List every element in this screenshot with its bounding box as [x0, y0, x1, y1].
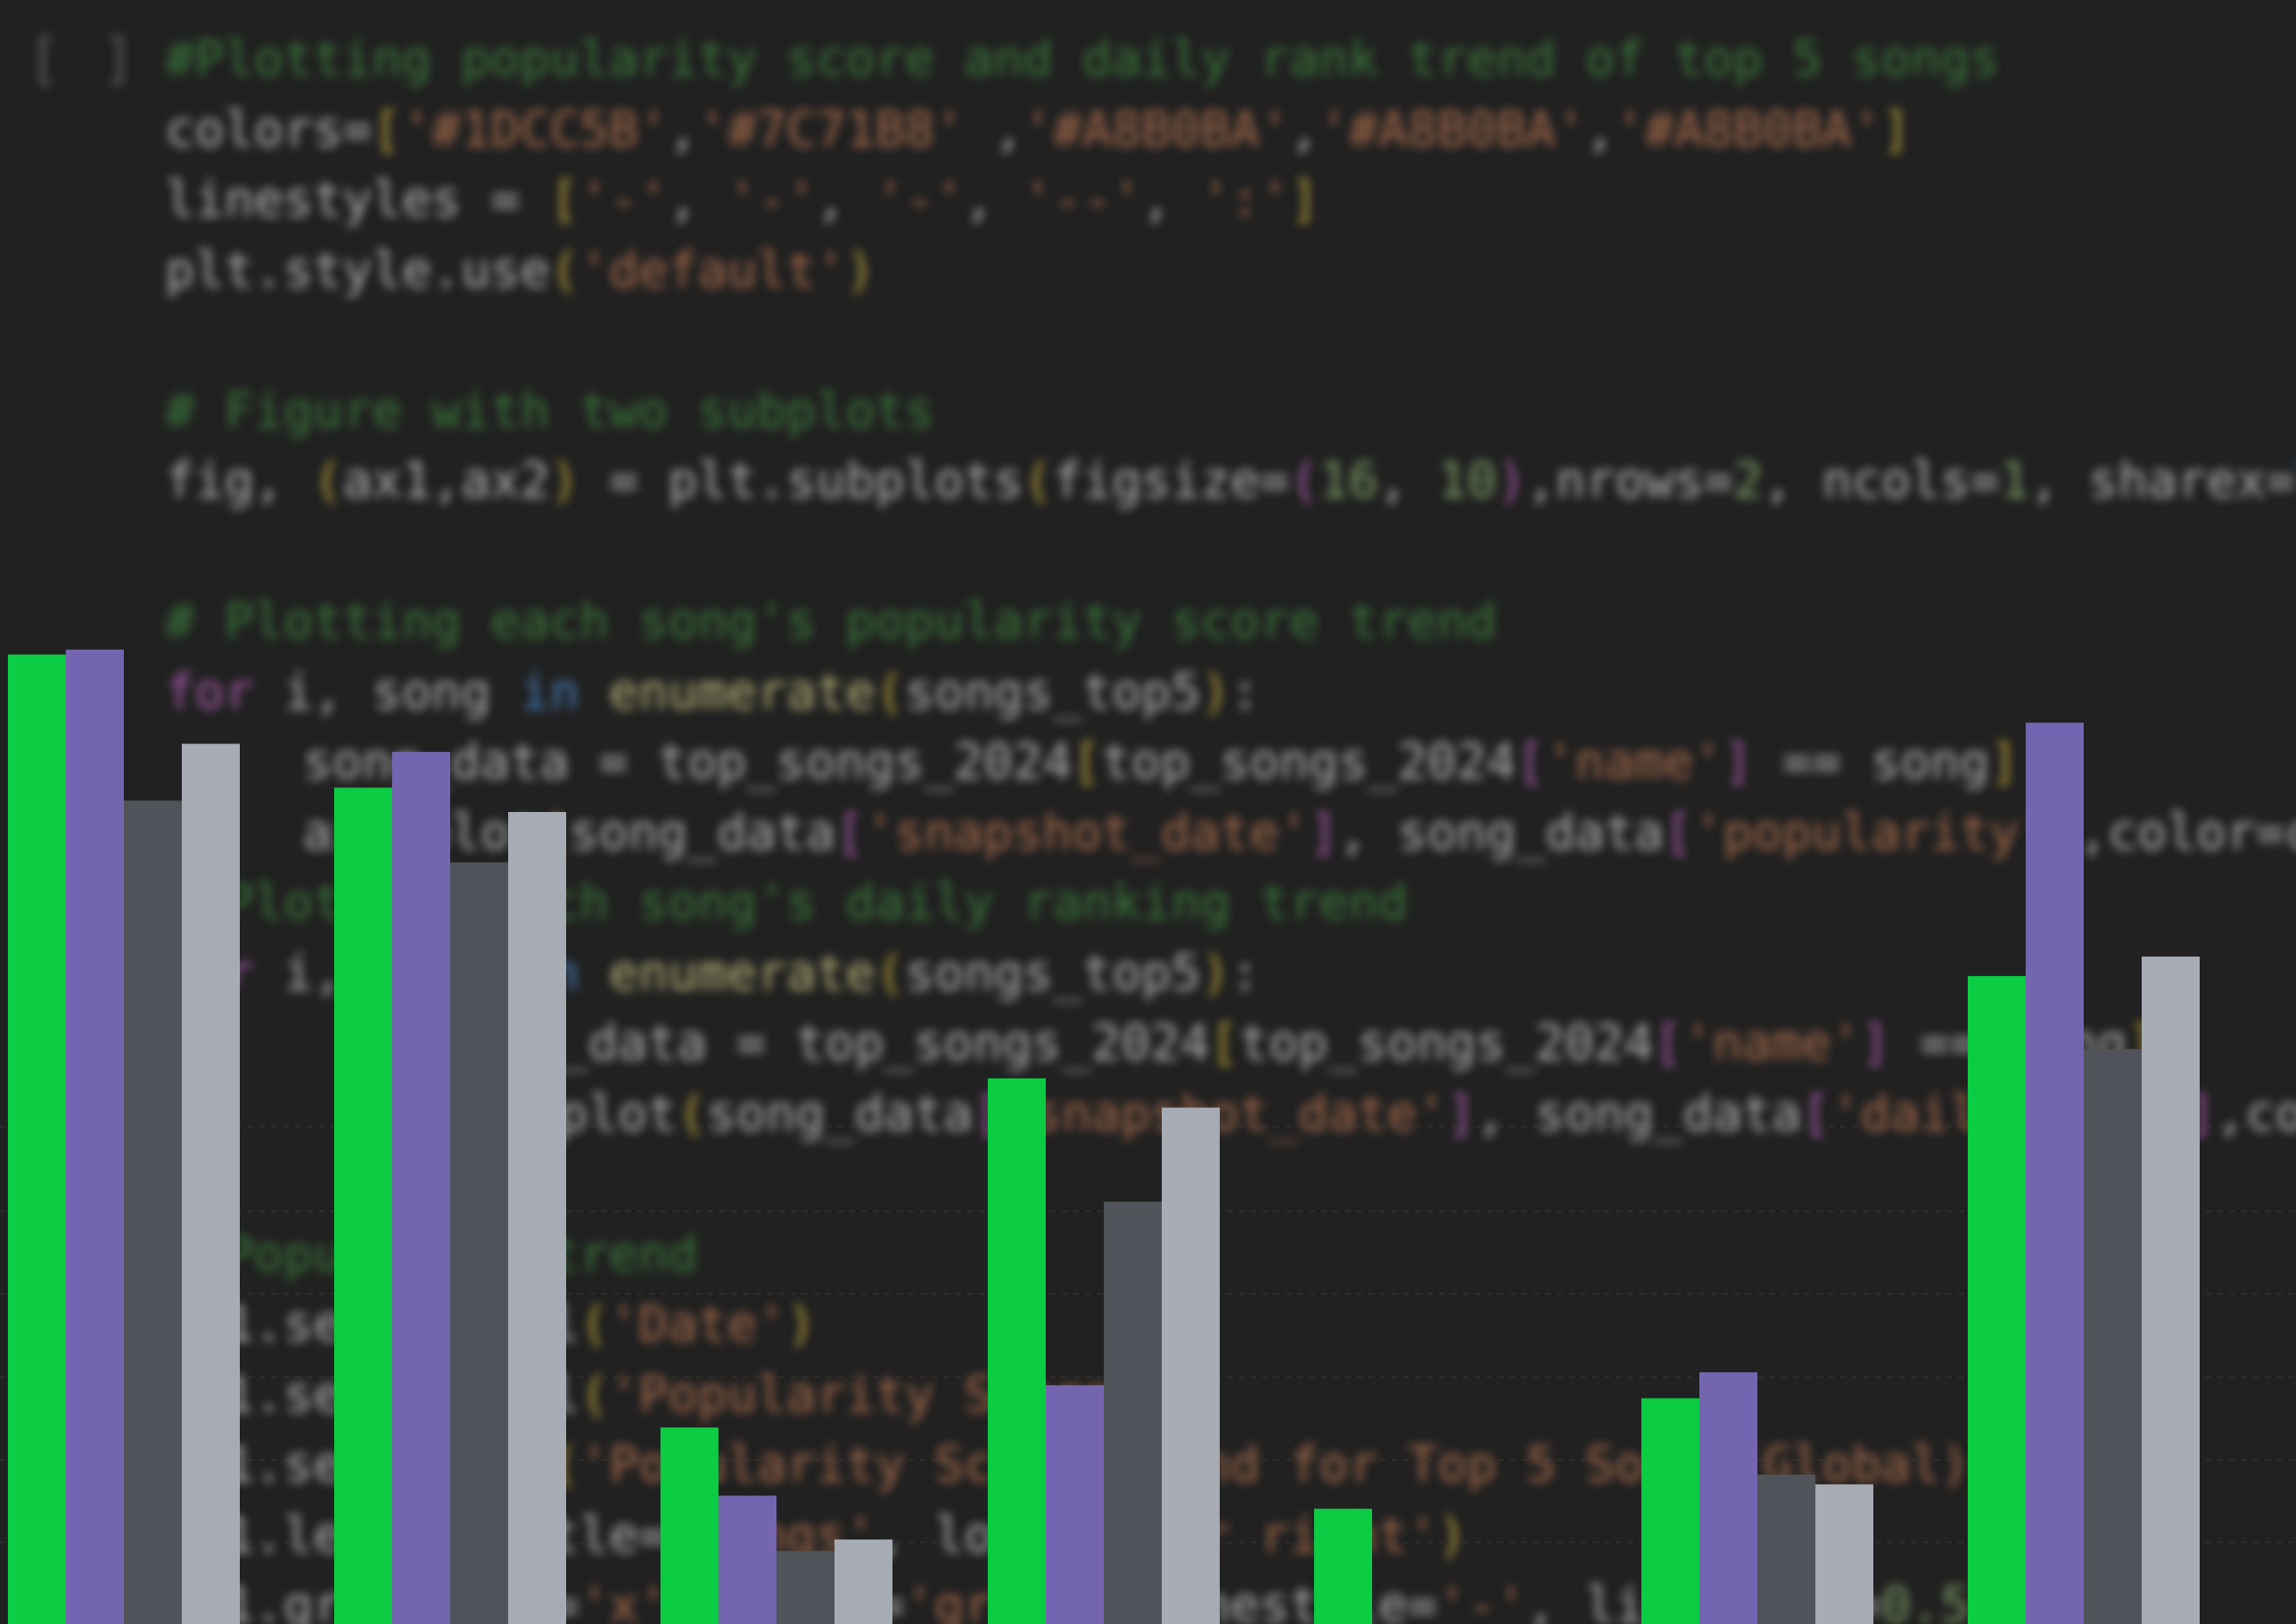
- bar-green: [1314, 1508, 1372, 1624]
- bar-light-gray: [1815, 1483, 1873, 1624]
- bar-chart-overlay: [0, 649, 2296, 1624]
- bar-purple: [66, 649, 124, 1624]
- bar-purple: [392, 751, 450, 1624]
- bar-dark-gray: [1757, 1475, 1815, 1624]
- bar-dark-gray: [1104, 1201, 1162, 1624]
- bar-green: [988, 1077, 1046, 1624]
- bar-purple: [1699, 1371, 1757, 1624]
- bar-purple: [1046, 1385, 1104, 1624]
- bar-dark-gray: [124, 800, 182, 1624]
- bar-dark-gray: [450, 862, 508, 1624]
- bar-purple: [718, 1495, 776, 1624]
- bar-light-gray: [1162, 1107, 1220, 1624]
- bar-dark-gray: [776, 1550, 834, 1624]
- bar-light-gray: [182, 743, 240, 1624]
- bar-light-gray: [2142, 957, 2200, 1624]
- bar-light-gray: [508, 812, 566, 1624]
- bar-purple: [2026, 723, 2084, 1624]
- bar-green: [1641, 1398, 1699, 1624]
- bar-green: [8, 654, 66, 1624]
- screenshot-stage: [ ] #Plotting popularity score and daily…: [0, 0, 2296, 1624]
- bar-dark-gray: [2084, 1049, 2142, 1624]
- bar-light-gray: [834, 1539, 892, 1624]
- bar-green: [334, 787, 392, 1624]
- bar-green: [660, 1427, 718, 1624]
- bar-green: [1968, 975, 2026, 1624]
